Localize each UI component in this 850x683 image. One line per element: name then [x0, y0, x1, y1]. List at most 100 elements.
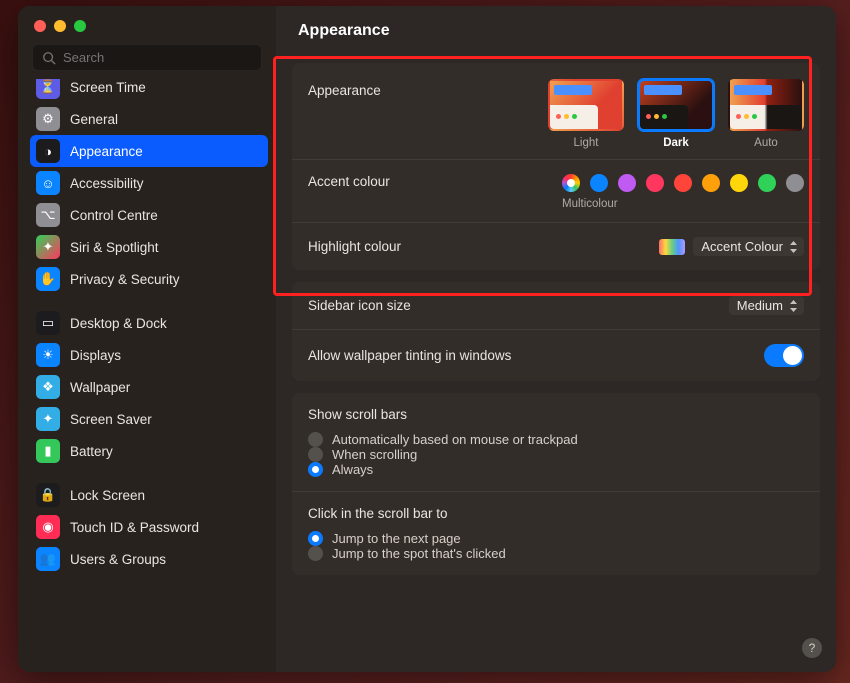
search-field[interactable] [32, 44, 262, 71]
theme-option-label: Auto [754, 137, 778, 149]
sidebar-item-icon: ✦ [36, 235, 60, 259]
sidebar-item-label: Wallpaper [70, 380, 130, 395]
updown-icon [789, 241, 798, 253]
sidebar: ⏳ Screen Time ⚙︎ General ◑Appearance ☺ Accessi… [18, 6, 276, 672]
highlight-popup[interactable]: Accent Colour [693, 237, 804, 256]
sidebar-item-screen-time[interactable]: ⏳ Screen Time [30, 79, 268, 103]
appearance-options: Light Dark Auto [548, 79, 804, 149]
sidebar-item-label: Screen Time [70, 80, 146, 95]
sidebar-size-group: Sidebar icon size Medium Allow wallpaper… [292, 282, 820, 381]
sidebar-item-icon: ▭ [36, 311, 60, 335]
accent-colour-option[interactable] [702, 174, 720, 192]
sidebar-item-icon: ◑ [36, 139, 60, 163]
window-controls [18, 20, 276, 44]
appearance-option-light[interactable]: Light [548, 79, 624, 149]
scroll-group: Show scroll bars Automatically based on … [292, 393, 820, 575]
accent-colour-option[interactable] [674, 174, 692, 192]
radio-icon [308, 447, 323, 462]
sidebar-item-icon: 🔒 [36, 483, 60, 507]
sidebar-item-touch-id-password[interactable]: ◉Touch ID & Password [30, 511, 268, 543]
accent-colour-option[interactable] [562, 174, 580, 192]
radio-icon [308, 462, 323, 477]
scrollbars-option[interactable]: Always [308, 462, 804, 477]
radio-label: Jump to the next page [332, 531, 461, 546]
highlight-swatch [659, 239, 685, 255]
tint-label: Allow wallpaper tinting in windows [308, 348, 764, 363]
sidebar-list[interactable]: ⏳ Screen Time ⚙︎ General ◑Appearance ☺ Accessi… [18, 79, 276, 672]
sidebar-item-users-groups[interactable]: 👥 Users & Groups [30, 543, 268, 575]
accent-colour-option[interactable] [730, 174, 748, 192]
sidebar-item-icon: 👥 [36, 547, 60, 571]
search-input[interactable] [63, 50, 252, 65]
sidebar-item-label: Displays [70, 348, 121, 363]
accent-colour-option[interactable] [786, 174, 804, 192]
sidebar-item-icon: ▮ [36, 439, 60, 463]
sidebar-item-wallpaper[interactable]: ❖ Wallpaper [30, 371, 268, 403]
page-title: Appearance [298, 22, 836, 40]
scrollclick-title: Click in the scroll bar to [308, 506, 804, 521]
sidebar-item-icon: ☀ [36, 343, 60, 367]
sidebar-item-displays[interactable]: ☀ Displays [30, 339, 268, 371]
sidebar-item-lock-screen[interactable]: 🔒 Lock Screen [30, 479, 268, 511]
sidebar-item-label: General [70, 112, 118, 127]
radio-label: Always [332, 462, 373, 477]
theme-swatch [728, 79, 804, 131]
accent-colour-option[interactable] [758, 174, 776, 192]
minimize-button[interactable] [54, 20, 66, 32]
scrollclick-option[interactable]: Jump to the spot that's clicked [308, 546, 804, 561]
accent-colour-option[interactable] [590, 174, 608, 192]
sidebar-size-popup[interactable]: Medium [729, 296, 804, 315]
sidebar-item-label: Users & Groups [70, 552, 166, 567]
radio-icon [308, 546, 323, 561]
theme-option-label: Light [574, 137, 599, 149]
sidebar-item-label: Control Centre [70, 208, 158, 223]
zoom-button[interactable] [74, 20, 86, 32]
radio-label: When scrolling [332, 447, 417, 462]
help-button[interactable]: ? [802, 638, 822, 658]
sidebar-item-control-centre[interactable]: ⌥ Control Centre [30, 199, 268, 231]
sidebar-item-label: Accessibility [70, 176, 144, 191]
radio-icon [308, 432, 323, 447]
appearance-option-dark[interactable]: Dark [638, 79, 714, 149]
sidebar-item-icon: ☺ [36, 171, 60, 195]
sidebar-item-label: Siri & Spotlight [70, 240, 159, 255]
sidebar-item-label: Privacy & Security [70, 272, 180, 287]
appearance-group: Appearance LightDarkAuto Accent colour M… [292, 63, 820, 270]
sidebar-item-label: Desktop & Dock [70, 316, 167, 331]
settings-window: ⏳Screen Time⚙︎General◑Appearance☺Accessi… [18, 6, 836, 672]
accent-colour-option[interactable] [618, 174, 636, 192]
main-panel: Appearance Appearance LightDarkAuto Acce… [276, 6, 836, 672]
sidebar-item-siri-spotlight[interactable]: ✦ Siri & Spotlight [30, 231, 268, 263]
accent-selected-name: Multicolour [562, 198, 618, 210]
tint-toggle[interactable] [764, 344, 804, 367]
scrollbars-option[interactable]: When scrolling [308, 447, 804, 462]
sidebar-item-label: Screen Saver [70, 412, 152, 427]
sidebar-item-desktop-dock[interactable]: ▭ Desktop & Dock [30, 307, 268, 339]
sidebar-item-icon: ❖ [36, 375, 60, 399]
page-header: Appearance [276, 6, 836, 51]
sidebar-item-accessibility[interactable]: ☺ Accessibility [30, 167, 268, 199]
sidebar-item-icon: ⌥ [36, 203, 60, 227]
radio-label: Automatically based on mouse or trackpad [332, 432, 578, 447]
sidebar-item-icon: ⚙︎ [36, 107, 60, 131]
sidebar-item-general[interactable]: ⚙︎ General [30, 103, 268, 135]
scrollbars-title: Show scroll bars [308, 407, 804, 422]
sidebar-item-label: Battery [70, 444, 113, 459]
sidebar-item-privacy-security[interactable]: ✋Privacy & Security [30, 263, 268, 295]
theme-swatch [638, 79, 714, 131]
sidebar-item-screen-saver[interactable]: ✦ Screen Saver [30, 403, 268, 435]
sidebar-item-battery[interactable]: ▮ Battery [30, 435, 268, 467]
close-button[interactable] [34, 20, 46, 32]
sidebar-item-label: Lock Screen [70, 488, 145, 503]
updown-icon [789, 300, 798, 312]
sidebar-item-icon: ✦ [36, 407, 60, 431]
appearance-option-auto[interactable]: Auto [728, 79, 804, 149]
accent-colour-option[interactable] [646, 174, 664, 192]
sidebar-item-appearance[interactable]: ◑Appearance [30, 135, 268, 167]
scrollbars-option[interactable]: Automatically based on mouse or trackpad [308, 432, 804, 447]
radio-icon [308, 531, 323, 546]
accent-label: Accent colour [308, 174, 562, 189]
sidebar-item-icon: ◉ [36, 515, 60, 539]
scrollclick-option[interactable]: Jump to the next page [308, 531, 804, 546]
sidebar-item-icon: ⏳ [36, 79, 60, 99]
